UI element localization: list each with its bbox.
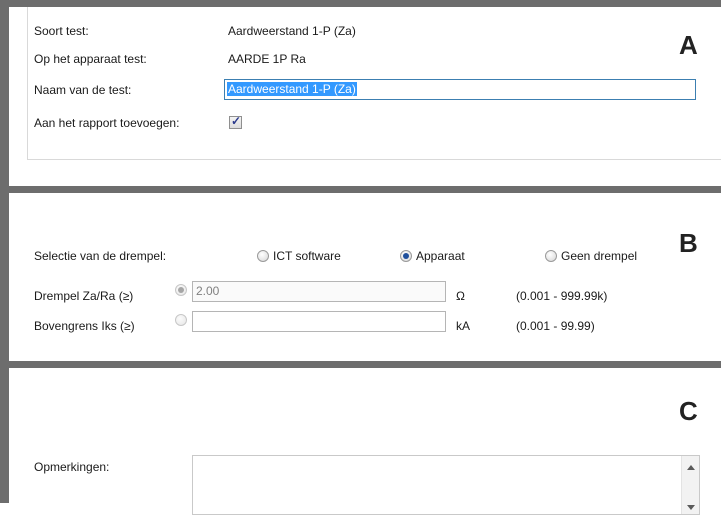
threshold-za-ra-input[interactable]: 2.00 [192, 281, 446, 302]
remarks-label: Opmerkingen: [34, 460, 110, 474]
section-a-letter: A [679, 30, 698, 60]
frame-top-border [0, 0, 721, 7]
section-divider-bc [0, 361, 721, 368]
upper-limit-iks-label: Bovengrens Iks (≥) [34, 319, 135, 333]
scroll-down-icon[interactable] [687, 505, 695, 510]
radio-apparaat-label[interactable]: Apparaat [416, 249, 465, 263]
upper-limit-iks-range: (0.001 - 99.99) [516, 319, 595, 333]
upper-limit-iks-radio[interactable] [175, 314, 187, 326]
upper-limit-iks-unit: kA [456, 319, 471, 333]
radio-geen-drempel[interactable] [545, 250, 557, 262]
threshold-za-ra-label: Drempel Za/Ra (≥) [34, 289, 134, 303]
threshold-za-ra-value: 2.00 [196, 284, 220, 298]
radio-geen-drempel-label[interactable]: Geen drempel [561, 249, 637, 263]
device-test-label: Op het apparaat test: [34, 52, 147, 66]
threshold-za-ra-range: (0.001 - 999.99k) [516, 289, 608, 303]
test-type-label: Soort test: [34, 24, 89, 38]
checkmark-icon: ✓ [231, 114, 242, 128]
section-c-letter: C [679, 396, 698, 426]
add-to-report-checkbox[interactable]: ✓ [229, 114, 242, 129]
remarks-textarea[interactable] [192, 455, 700, 515]
radio-ict-software[interactable] [257, 250, 269, 262]
threshold-za-ra-radio[interactable] [175, 284, 187, 296]
add-to-report-label: Aan het rapport toevoegen: [34, 116, 180, 130]
radio-ict-software-label[interactable]: ICT software [273, 249, 341, 263]
test-type-value: Aardweerstand 1-P (Za) [228, 24, 356, 38]
section-divider-ab [0, 186, 721, 193]
threshold-selection-label: Selectie van de drempel: [34, 249, 167, 263]
scroll-up-icon[interactable] [687, 465, 695, 470]
device-test-value: AARDE 1P Ra [228, 52, 306, 66]
radio-apparaat[interactable] [400, 250, 412, 262]
frame-left-border [0, 0, 9, 503]
test-name-label: Naam van de test: [34, 83, 132, 97]
upper-limit-iks-input[interactable] [192, 311, 446, 332]
test-name-selected-text: Aardweerstand 1-P (Za) [227, 82, 357, 96]
remarks-scrollbar[interactable] [681, 456, 699, 514]
test-name-input[interactable]: Aardweerstand 1-P (Za) [224, 79, 696, 100]
section-b-letter: B [679, 228, 698, 258]
threshold-za-ra-unit: Ω [456, 289, 465, 303]
